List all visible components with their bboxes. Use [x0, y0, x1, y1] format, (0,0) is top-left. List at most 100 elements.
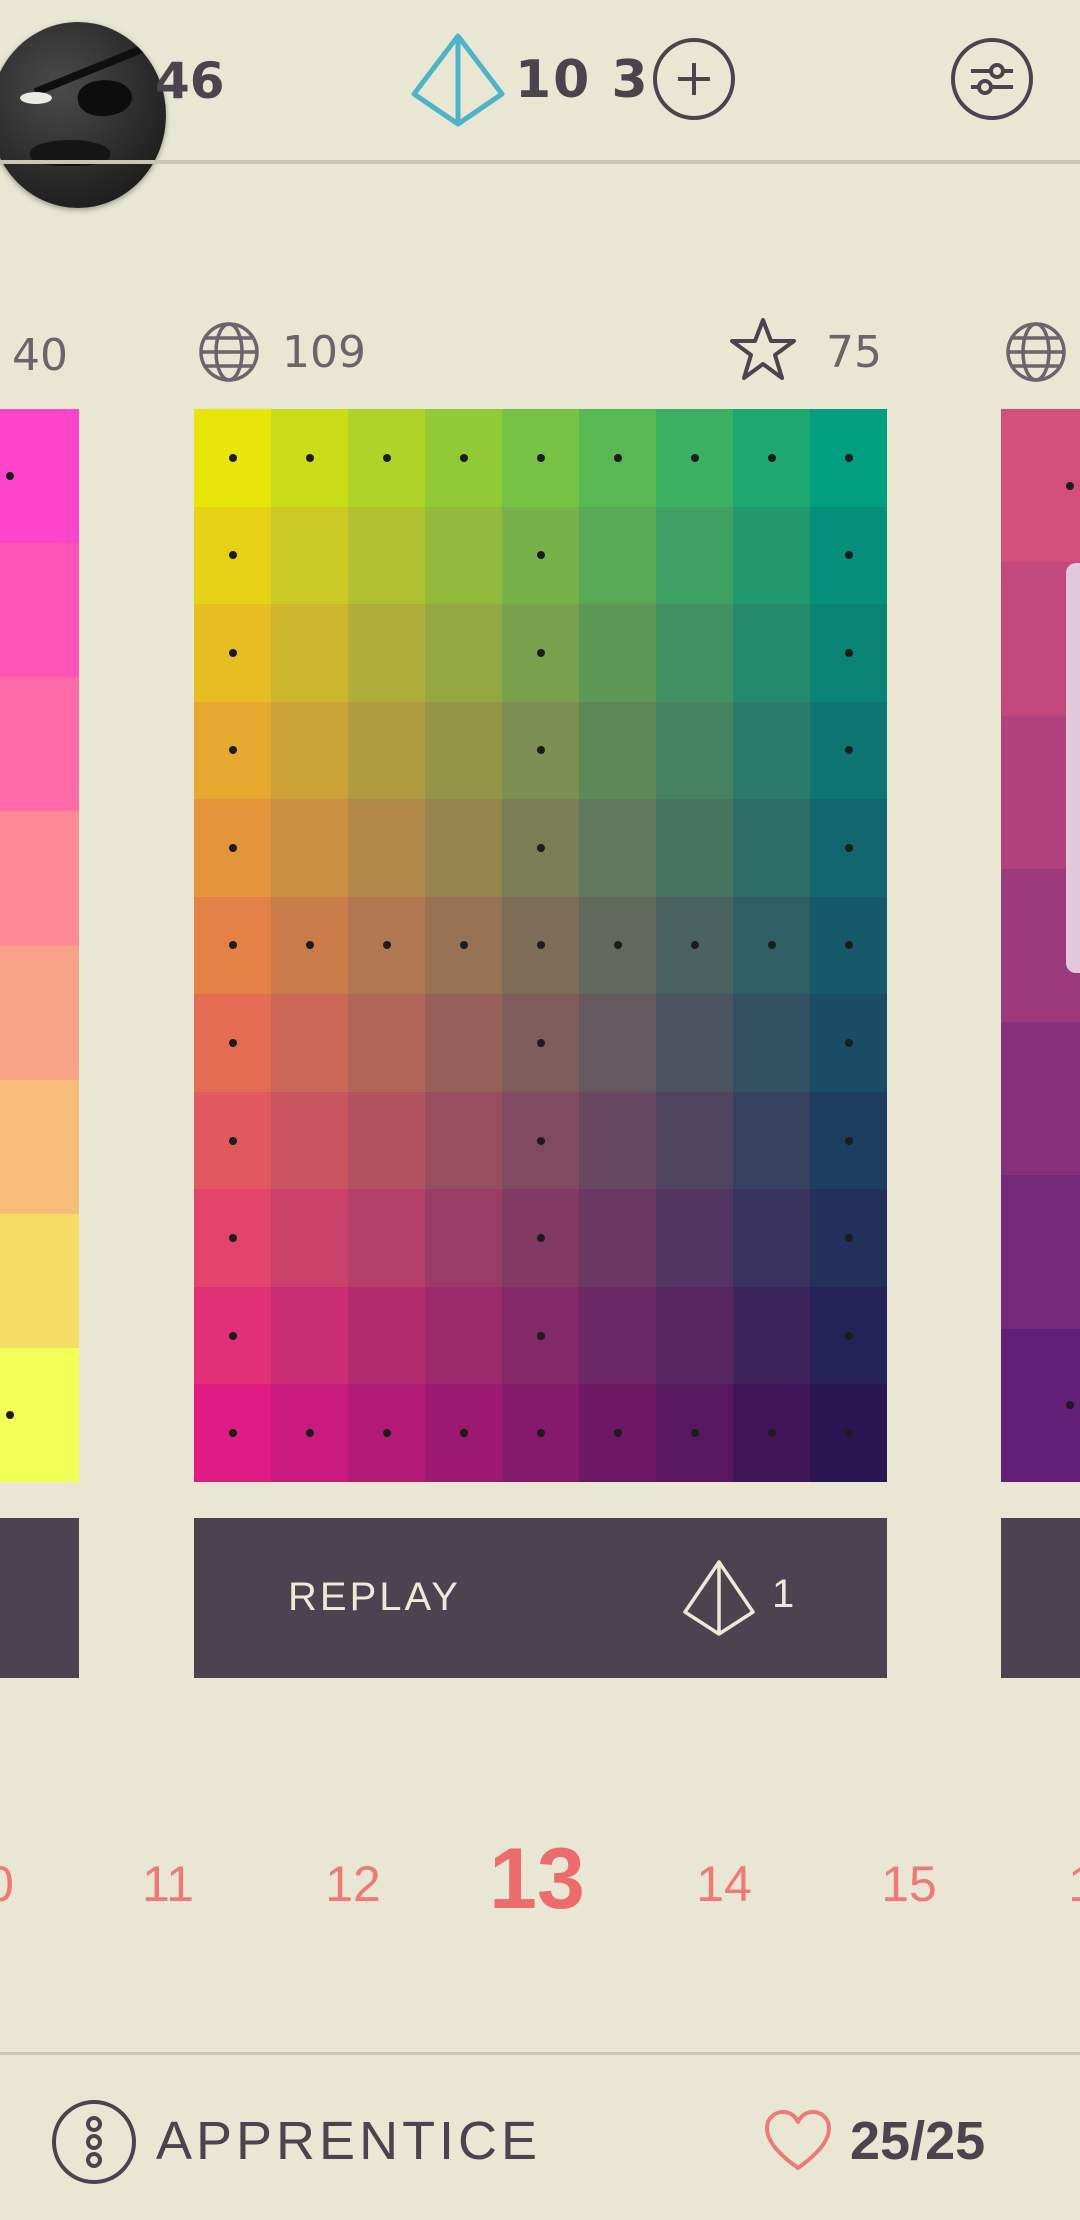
grid-cell[interactable] — [810, 896, 887, 995]
grid-cell[interactable] — [194, 506, 271, 605]
level-16[interactable]: 1 — [1068, 1855, 1080, 1913]
grid-cell[interactable] — [656, 1189, 733, 1287]
grid-cell[interactable] — [579, 994, 656, 1092]
grid-cell[interactable] — [194, 1384, 271, 1482]
grid-cell[interactable] — [348, 1189, 425, 1287]
grid-cell[interactable] — [348, 1384, 425, 1482]
grid-cell[interactable] — [733, 896, 810, 995]
add-gems-button[interactable] — [653, 38, 735, 120]
level-0[interactable]: 0 — [0, 1855, 14, 1913]
grid-cell[interactable] — [810, 799, 887, 897]
grid-cell[interactable] — [194, 994, 271, 1092]
grid-cell[interactable] — [656, 994, 733, 1092]
grid-cell[interactable] — [425, 701, 502, 800]
grid-cell[interactable] — [733, 994, 810, 1092]
profile-avatar[interactable] — [0, 22, 166, 208]
grid-cell[interactable] — [656, 506, 733, 605]
grid-cell[interactable] — [579, 1091, 656, 1190]
grid-cell[interactable] — [271, 506, 348, 605]
grid-cell[interactable] — [194, 799, 271, 897]
strip-cell[interactable] — [0, 543, 79, 678]
grid-cell[interactable] — [579, 604, 656, 702]
grid-cell[interactable] — [425, 799, 502, 897]
grid-cell[interactable] — [271, 409, 348, 507]
level-13-current[interactable]: 13 — [489, 1830, 585, 1929]
grid-cell[interactable] — [502, 1091, 579, 1190]
grid-cell[interactable] — [579, 799, 656, 897]
grid-cell[interactable] — [656, 1091, 733, 1190]
grid-cell[interactable] — [502, 896, 579, 995]
next-replay-bar[interactable] — [1001, 1518, 1080, 1678]
level-11[interactable]: 11 — [142, 1855, 194, 1913]
strip-cell[interactable] — [0, 1213, 79, 1348]
grid-cell[interactable] — [810, 409, 887, 507]
grid-cell[interactable] — [733, 701, 810, 800]
grid-cell[interactable] — [194, 1091, 271, 1190]
grid-cell[interactable] — [656, 409, 733, 507]
menu-dots-icon[interactable] — [50, 2098, 138, 2186]
grid-cell[interactable] — [502, 1384, 579, 1482]
grid-cell[interactable] — [271, 994, 348, 1092]
grid-cell[interactable] — [425, 1384, 502, 1482]
grid-cell[interactable] — [348, 1091, 425, 1190]
grid-cell[interactable] — [502, 1189, 579, 1287]
grid-cell[interactable] — [348, 701, 425, 800]
grid-cell[interactable] — [194, 1189, 271, 1287]
strip-cell[interactable] — [0, 677, 79, 812]
grid-cell[interactable] — [656, 799, 733, 897]
grid-cell[interactable] — [733, 409, 810, 507]
grid-cell[interactable] — [425, 604, 502, 702]
level-12[interactable]: 12 — [325, 1855, 381, 1913]
strip-cell[interactable] — [1001, 409, 1080, 563]
grid-cell[interactable] — [271, 1091, 348, 1190]
strip-cell[interactable] — [1001, 1022, 1080, 1176]
strip-cell[interactable] — [0, 811, 79, 946]
grid-cell[interactable] — [656, 604, 733, 702]
strip-cell[interactable] — [1001, 1175, 1080, 1329]
grid-cell[interactable] — [810, 1189, 887, 1287]
grid-cell[interactable] — [425, 1091, 502, 1190]
grid-cell[interactable] — [425, 1189, 502, 1287]
grid-cell[interactable] — [348, 506, 425, 605]
grid-cell[interactable] — [733, 604, 810, 702]
grid-cell[interactable] — [348, 604, 425, 702]
grid-cell[interactable] — [502, 604, 579, 702]
grid-cell[interactable] — [733, 1384, 810, 1482]
grid-cell[interactable] — [348, 409, 425, 507]
grid-cell[interactable] — [271, 1189, 348, 1287]
grid-cell[interactable] — [656, 1286, 733, 1385]
prev-replay-bar[interactable] — [0, 1518, 79, 1678]
grid-cell[interactable] — [425, 506, 502, 605]
grid-cell[interactable] — [194, 701, 271, 800]
grid-cell[interactable] — [656, 1384, 733, 1482]
grid-cell[interactable] — [271, 701, 348, 800]
grid-cell[interactable] — [733, 799, 810, 897]
grid-cell[interactable] — [810, 604, 887, 702]
grid-cell[interactable] — [502, 506, 579, 605]
grid-cell[interactable] — [271, 604, 348, 702]
grid-cell[interactable] — [579, 1384, 656, 1482]
grid-cell[interactable] — [656, 701, 733, 800]
grid-cell[interactable] — [425, 896, 502, 995]
grid-cell[interactable] — [194, 409, 271, 507]
strip-cell[interactable] — [0, 1079, 79, 1214]
level-14[interactable]: 14 — [696, 1855, 752, 1913]
grid-cell[interactable] — [194, 896, 271, 995]
grid-cell[interactable] — [425, 1286, 502, 1385]
color-puzzle-grid[interactable] — [194, 409, 887, 1482]
grid-cell[interactable] — [810, 1286, 887, 1385]
grid-cell[interactable] — [502, 409, 579, 507]
prev-puzzle-grid[interactable] — [0, 409, 79, 1482]
grid-cell[interactable] — [348, 1286, 425, 1385]
grid-cell[interactable] — [425, 409, 502, 507]
grid-cell[interactable] — [425, 994, 502, 1092]
strip-cell[interactable] — [1001, 1328, 1080, 1482]
grid-cell[interactable] — [810, 506, 887, 605]
grid-cell[interactable] — [194, 604, 271, 702]
grid-cell[interactable] — [733, 1286, 810, 1385]
grid-cell[interactable] — [502, 701, 579, 800]
grid-cell[interactable] — [271, 1286, 348, 1385]
grid-cell[interactable] — [733, 1091, 810, 1190]
grid-cell[interactable] — [502, 994, 579, 1092]
grid-cell[interactable] — [810, 994, 887, 1092]
